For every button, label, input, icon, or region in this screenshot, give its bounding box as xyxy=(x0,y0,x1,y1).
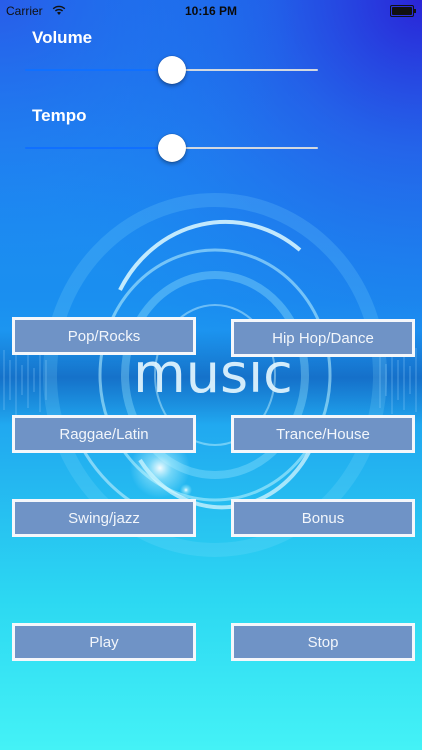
volume-label: Volume xyxy=(32,28,93,47)
volume-slider-thumb[interactable] xyxy=(158,56,186,84)
battery-icon xyxy=(390,5,416,17)
tempo-track-filled xyxy=(25,147,172,149)
stop-button[interactable]: Stop xyxy=(231,623,415,661)
bonus-button[interactable]: Bonus xyxy=(231,499,415,537)
tempo-track-empty xyxy=(172,147,318,149)
trance-house-button[interactable]: Trance/House xyxy=(231,415,415,453)
pop-rocks-button[interactable]: Pop/Rocks xyxy=(12,317,196,355)
status-bar: Carrier 10:16 PM xyxy=(0,0,422,22)
volume-track-filled xyxy=(25,69,172,71)
volume-track-empty xyxy=(172,69,318,71)
tempo-slider[interactable] xyxy=(25,133,318,163)
tempo-slider-thumb[interactable] xyxy=(158,134,186,162)
volume-slider[interactable] xyxy=(25,55,318,85)
swing-jazz-button[interactable]: Swing/jazz xyxy=(12,499,196,537)
tempo-label: Tempo xyxy=(32,106,87,125)
hiphop-dance-button[interactable]: Hip Hop/Dance xyxy=(231,319,415,357)
status-time: 10:16 PM xyxy=(184,4,238,18)
raggae-latin-button[interactable]: Raggae/Latin xyxy=(12,415,196,453)
app-screen: music Carrier 10:16 PM Volume Tempo Pop/… xyxy=(0,0,422,750)
play-button[interactable]: Play xyxy=(12,623,196,661)
light-flare-small xyxy=(180,484,192,496)
